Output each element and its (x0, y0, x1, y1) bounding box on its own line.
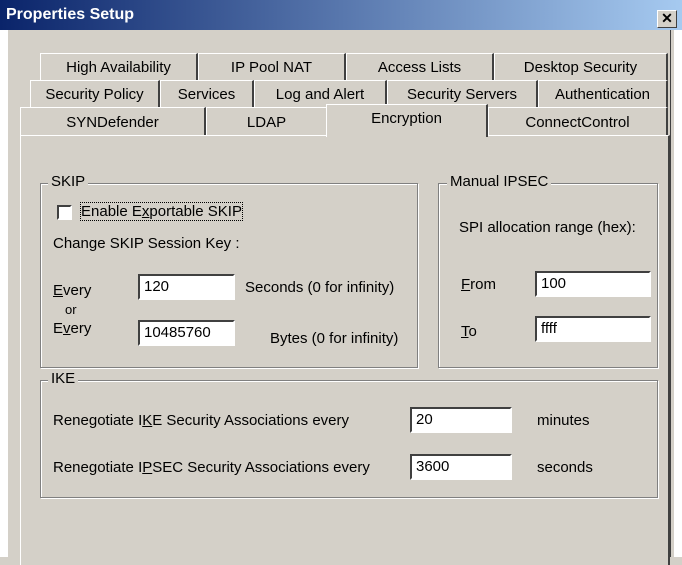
ipsec-sa-label: Renegotiate IPSEC Security Associations … (53, 459, 370, 476)
every-seconds-unit: Seconds (0 for infinity) (245, 279, 395, 296)
from-input[interactable]: 100 (535, 271, 651, 297)
ike-sa-unit: minutes (537, 412, 590, 429)
tab-security-policy[interactable]: Security Policy (30, 80, 160, 107)
enable-exportable-skip-checkbox[interactable] (57, 205, 72, 220)
window-frame-right (674, 30, 682, 557)
or-label: or (65, 302, 77, 317)
ike-sa-minutes-input[interactable]: 20 (410, 407, 512, 433)
tab-services[interactable]: Services (160, 80, 254, 107)
window-title: Properties Setup (6, 6, 135, 23)
tab-log-and-alert[interactable]: Log and Alert (254, 80, 387, 107)
from-label: From (461, 276, 497, 293)
ike-legend: IKE (48, 370, 79, 387)
to-input[interactable]: ffff (535, 316, 651, 342)
title-bar: Properties Setup ✕ (0, 0, 682, 30)
close-icon: ✕ (661, 10, 673, 26)
enable-exportable-skip-label[interactable]: Enable Exportable SKIP (80, 202, 243, 221)
spi-range-label: SPI allocation range (hex): (459, 219, 636, 236)
manual-ipsec-legend: Manual IPSEC (447, 173, 552, 190)
tab-ip-pool-nat[interactable]: IP Pool NAT (198, 53, 346, 80)
skip-legend: SKIP (48, 173, 89, 190)
ike-group (40, 380, 658, 498)
ike-sa-label: Renegotiate IKE Security Associations ev… (53, 412, 350, 429)
ipsec-sa-seconds-input[interactable]: 3600 (410, 454, 512, 480)
to-label: To (461, 323, 477, 340)
tab-encryption[interactable]: Encryption (326, 104, 488, 137)
tab-ldap[interactable]: LDAP (206, 107, 328, 136)
every-seconds-input[interactable]: 120 (138, 274, 235, 300)
tab-authentication[interactable]: Authentication (538, 80, 668, 107)
tab-desktop-security[interactable]: Desktop Security (494, 53, 668, 80)
every-seconds-label: Every (53, 282, 92, 299)
ipsec-sa-unit: seconds (537, 459, 593, 476)
tab-high-availability[interactable]: High Availability (40, 53, 198, 80)
tab-access-lists[interactable]: Access Lists (346, 53, 494, 80)
tab-syndefender[interactable]: SYNDefender (20, 107, 206, 136)
tab-security-servers[interactable]: Security Servers (387, 80, 538, 107)
close-button[interactable]: ✕ (657, 10, 677, 28)
every-bytes-label: Every (53, 320, 92, 337)
window-frame-left (0, 30, 8, 557)
every-bytes-unit: Bytes (0 for infinity) (270, 330, 399, 347)
tab-connectcontrol[interactable]: ConnectControl (488, 107, 668, 136)
every-bytes-input[interactable]: 10485760 (138, 320, 235, 346)
window-frame-right-edge (670, 30, 671, 557)
change-skip-key-label: Change SKIP Session Key : (53, 235, 240, 252)
